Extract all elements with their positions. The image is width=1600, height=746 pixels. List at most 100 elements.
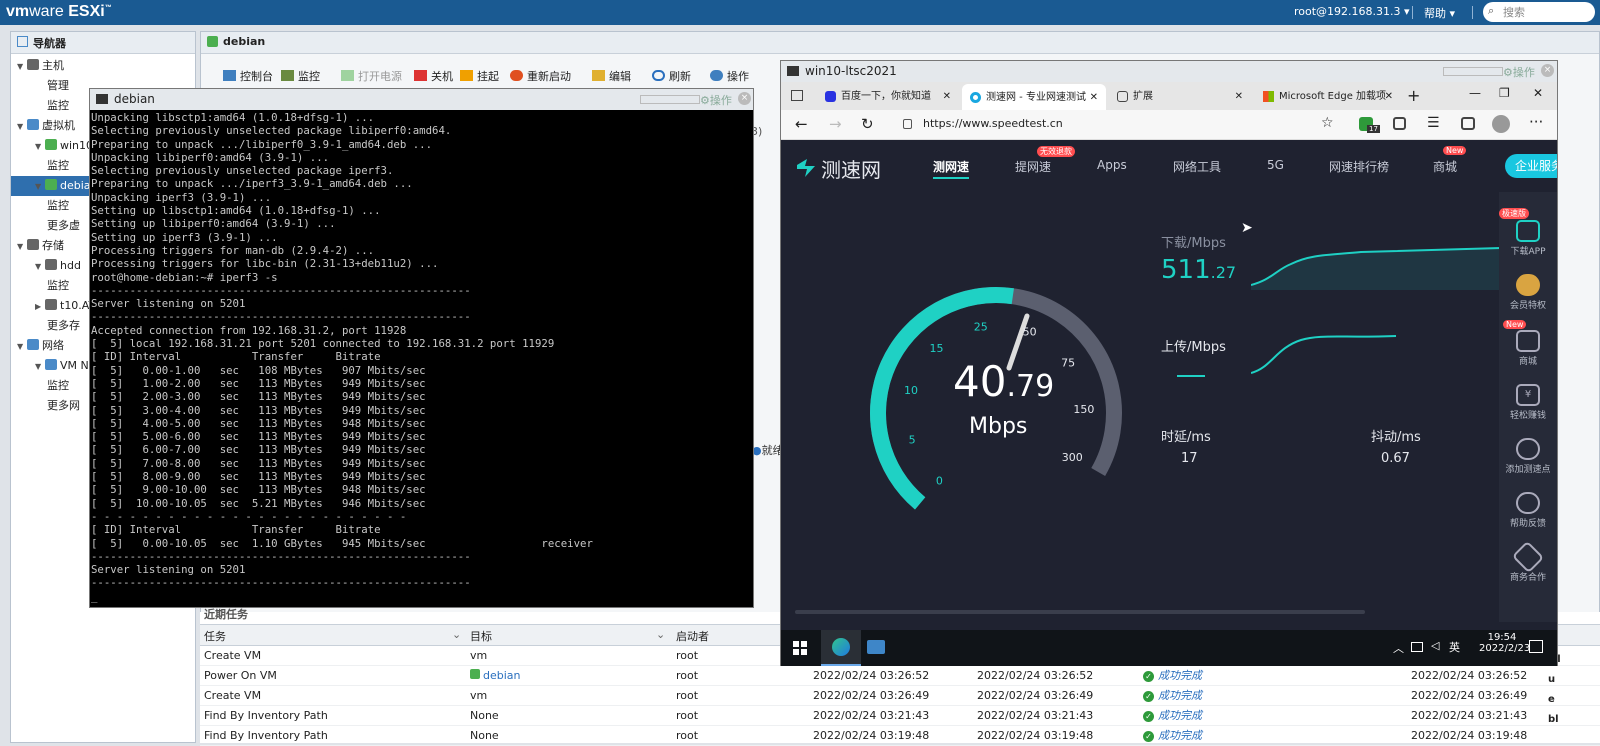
more-menu-icon[interactable]: ··· (1529, 113, 1543, 131)
debian-console-window[interactable]: debian ⚙操作 × Unpacking libsctp1:amd64 (1… (89, 88, 754, 608)
favorite-star-icon[interactable]: ☆ (1321, 115, 1334, 131)
nav-shop[interactable]: 商城 (1433, 158, 1457, 175)
nav-item[interactable]: ▼ 主机 (11, 56, 195, 76)
monitor-button[interactable]: 监控 (281, 68, 320, 84)
avatar[interactable] (1492, 115, 1510, 133)
sidebar-add-node[interactable]: 添加测速点 (1502, 438, 1554, 475)
col-initiator[interactable]: 启动者 (676, 628, 709, 644)
expand-icon[interactable]: ▶ (35, 297, 45, 317)
console-titlebar[interactable]: debian ⚙操作 × (90, 89, 753, 110)
tab-edge-addons[interactable]: Microsoft Edge 加载项 ✕ (1255, 83, 1401, 110)
windows-start-icon[interactable] (793, 641, 807, 655)
site-logo[interactable]: 测速网 (821, 154, 881, 183)
win10-console-window[interactable]: win10-ltsc2021 ⚙操作 × 百度一下，你就知道 ✕ 测速网 - 专业… (780, 60, 1558, 666)
tab-speedtest[interactable]: 测速网 - 专业网速测试 ✕ (962, 84, 1106, 111)
lock-icon[interactable] (903, 119, 912, 129)
actions-menu[interactable]: ⚙操作 (700, 92, 732, 108)
window-controls[interactable] (640, 95, 700, 104)
win10-titlebar[interactable]: win10-ltsc2021 ⚙操作 × (781, 61, 1557, 82)
expand-icon[interactable]: ▼ (17, 117, 27, 137)
sidebar-business[interactable]: 商务合作 (1502, 540, 1554, 583)
tab-baidu[interactable]: 百度一下，你就知道 ✕ (817, 83, 959, 110)
collections-icon[interactable] (1461, 117, 1475, 130)
terminal-output[interactable]: Unpacking libsctp1:amd64 (1.0.18+dfsg-1)… (91, 111, 593, 603)
window-controls[interactable] (1443, 67, 1503, 76)
sidebar-membership[interactable]: 会员特权 (1502, 274, 1554, 311)
reload-button[interactable]: ↻ (861, 115, 874, 133)
expand-icon[interactable]: ▼ (35, 137, 45, 157)
forward-button[interactable]: → (829, 115, 842, 133)
nav-tools[interactable]: 网络工具 (1173, 158, 1221, 175)
edit-button[interactable]: 编辑 (592, 68, 631, 84)
sidebar-earn[interactable]: ¥ 轻松赚钱 (1502, 384, 1554, 421)
col-task[interactable]: 任务 (204, 628, 226, 644)
cell-target[interactable]: debian (470, 666, 521, 686)
table-row[interactable]: Find By Inventory Path None root 2022/02/24… (200, 726, 1600, 746)
horizontal-scrollbar[interactable] (795, 610, 1365, 614)
restart-button[interactable]: 重新启动 (510, 68, 571, 84)
nav-5g[interactable]: 5G (1267, 158, 1284, 172)
tab-extensions[interactable]: 扩展 ✕ (1109, 83, 1251, 110)
ime-indicator[interactable]: 英 (1449, 639, 1460, 655)
cell-text: root (676, 669, 699, 682)
puzzle-icon[interactable] (1393, 117, 1406, 130)
enterprise-button[interactable]: 企业服务 (1505, 154, 1557, 178)
sidebar-feedback[interactable]: 帮助反馈 (1502, 492, 1554, 529)
chevron-down-icon[interactable]: ⌄ (656, 628, 665, 641)
cell-task: Power On VM (204, 666, 277, 686)
nav-item-label: 监控 (47, 279, 69, 292)
nav-speedtest[interactable]: 测网速 (933, 158, 970, 179)
volume-icon[interactable]: ◁ (1431, 639, 1439, 652)
minimize-button[interactable]: — (1469, 86, 1481, 100)
clock[interactable]: 19:54 2022/2/23 (1479, 632, 1530, 654)
nav-item-icon (27, 339, 39, 350)
search-input[interactable]: ⌕ 搜索 (1483, 2, 1595, 22)
close-icon[interactable]: ✕ (1385, 83, 1393, 110)
sidebar-shop[interactable]: 商城 (1502, 330, 1554, 367)
col-target[interactable]: 目标 (470, 628, 492, 644)
close-icon[interactable]: × (738, 92, 751, 105)
nav-ranking[interactable]: 网速排行榜 (1329, 158, 1389, 175)
console-button[interactable]: 控制台 (223, 68, 273, 84)
nav-item-label: 更多存 (47, 319, 80, 332)
taskbar-edge-button[interactable] (821, 630, 861, 666)
expand-icon[interactable]: ▼ (35, 357, 45, 377)
expand-icon[interactable]: ▼ (17, 337, 27, 357)
expand-icon[interactable]: ▼ (17, 237, 27, 257)
chevron-down-icon[interactable]: ⌄ (452, 628, 461, 641)
close-button[interactable]: ✕ (1533, 86, 1543, 100)
tab-actions-icon[interactable] (791, 90, 803, 101)
notification-icon[interactable] (1529, 640, 1543, 653)
table-row[interactable]: Find By Inventory Path None root 2022/02/24… (200, 706, 1600, 726)
url-field[interactable]: https://www.speedtest.cn (923, 117, 1063, 130)
nav-boost[interactable]: 提网速 (1015, 158, 1051, 175)
close-icon[interactable]: ✕ (1235, 83, 1243, 110)
shutdown-button[interactable]: 关机 (414, 68, 453, 84)
taskbar-app-icon[interactable] (867, 640, 885, 654)
refresh-button[interactable]: 刷新 (652, 68, 691, 84)
restore-button[interactable]: ❐ (1499, 86, 1510, 100)
network-icon[interactable] (1411, 642, 1423, 652)
actions-menu[interactable]: ⚙操作 (1503, 64, 1535, 80)
help-menu[interactable]: 帮助 ▾ (1424, 5, 1455, 21)
expand-icon[interactable]: ▼ (35, 257, 45, 277)
sidebar-download-app[interactable]: 下载APP (1502, 220, 1554, 257)
power-on-button[interactable]: 打开电源 (341, 68, 402, 84)
actions-button[interactable]: 操作 (710, 68, 749, 84)
user-menu[interactable]: root@192.168.31.3 ▾ (1294, 5, 1410, 18)
favorites-icon[interactable]: ☰ (1427, 115, 1440, 131)
close-icon[interactable]: ✕ (1090, 84, 1098, 111)
close-icon[interactable]: ✕ (943, 83, 951, 110)
suspend-button[interactable]: 挂起 (460, 68, 499, 84)
expand-icon[interactable]: ▼ (17, 57, 27, 77)
tray-chevron-icon[interactable]: ︿ (1393, 640, 1404, 656)
table-row[interactable]: Create VM vm root 2022/02/24 03:26:49 2022/0… (200, 686, 1600, 706)
nav-item-label: VM N (60, 359, 89, 372)
restart-icon (510, 70, 523, 81)
table-row[interactable]: Power On VM debian root 2022/02/24 03:26:52… (200, 666, 1600, 686)
nav-apps[interactable]: Apps (1097, 158, 1127, 172)
back-button[interactable]: ← (795, 115, 808, 133)
expand-icon[interactable]: ▼ (35, 177, 45, 197)
close-icon[interactable]: × (1541, 64, 1554, 77)
new-tab-button[interactable]: + (1407, 86, 1420, 105)
